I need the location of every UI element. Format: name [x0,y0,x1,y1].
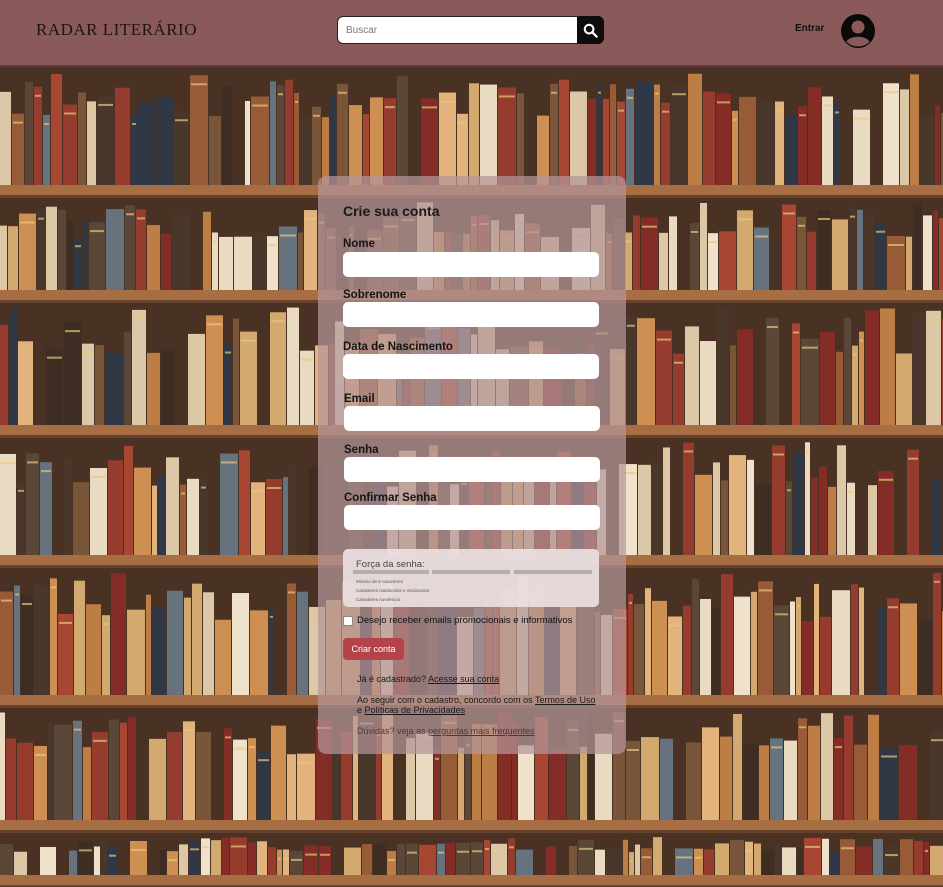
password-input[interactable] [344,457,600,482]
last-name-label: Sobrenome [343,289,407,301]
first-name-label: Nome [343,238,375,250]
login-link[interactable]: Entrar [795,23,824,34]
privacy-link[interactable]: Políticas de Privacidades [365,705,466,715]
search-icon [583,23,598,38]
top-header: RADAR LITERÁRIO Entrar [0,0,943,67]
last-name-input[interactable] [343,302,599,327]
birth-date-label: Data de Nascimento [343,341,453,353]
strength-bar-2 [432,570,510,574]
birth-date-input[interactable] [343,354,599,379]
search-input[interactable] [337,16,577,44]
login-prompt-text: Já é cadastrado? [357,674,427,684]
faq-link[interactable]: perguntas mais frequentes [428,726,535,736]
email-input[interactable] [344,406,600,431]
user-avatar-icon[interactable] [841,14,875,48]
email-label: Email [344,393,375,405]
password-label: Senha [344,444,379,456]
faq-text: Dúvidas? veja as [357,726,426,736]
search-bar [337,16,604,44]
login-account-link[interactable]: Acesse sua conta [428,674,499,684]
create-account-button[interactable]: Criar conta [343,638,404,660]
newsletter-row: Desejo receber emails promocionais e inf… [343,615,572,626]
strength-requirement: Mínimo de 8 caracteres [356,579,404,584]
terms-and-text: e [357,705,363,715]
privacy-notice: e Políticas de Privacidades [357,705,465,715]
newsletter-label: Desejo receber emails promocionais e inf… [357,615,573,626]
newsletter-checkbox[interactable] [343,615,353,626]
first-name-input[interactable] [343,252,599,277]
faq-notice: Dúvidas? veja as perguntas mais frequent… [357,726,535,736]
strength-requirement: Caracteres maiúsculos e minúsculos [356,588,430,593]
terms-notice: Ao seguir com o cadastro, concordo com o… [357,695,595,705]
terms-text: Ao seguir com o cadastro, concordo com o… [357,695,533,705]
confirm-password-input[interactable] [344,505,600,530]
site-logo[interactable]: RADAR LITERÁRIO [36,20,197,40]
login-prompt: Já é cadastrado? Acesse sua conta [357,674,499,684]
terms-link[interactable]: Termos de Uso [535,695,596,705]
confirm-password-label: Confirmar Senha [344,492,437,504]
strength-bar-3 [514,570,592,574]
signup-panel: Crie sua conta Nome Sobrenome Data de Na… [318,176,626,754]
password-strength-title: Força da senha: [356,559,425,570]
search-button[interactable] [577,16,604,44]
form-title: Crie sua conta [343,203,440,219]
strength-bar-1 [353,570,429,574]
strength-requirement: Caracteres numéricos [356,597,401,602]
password-strength-box: Força da senha: Mínimo de 8 caracteres C… [343,549,599,607]
